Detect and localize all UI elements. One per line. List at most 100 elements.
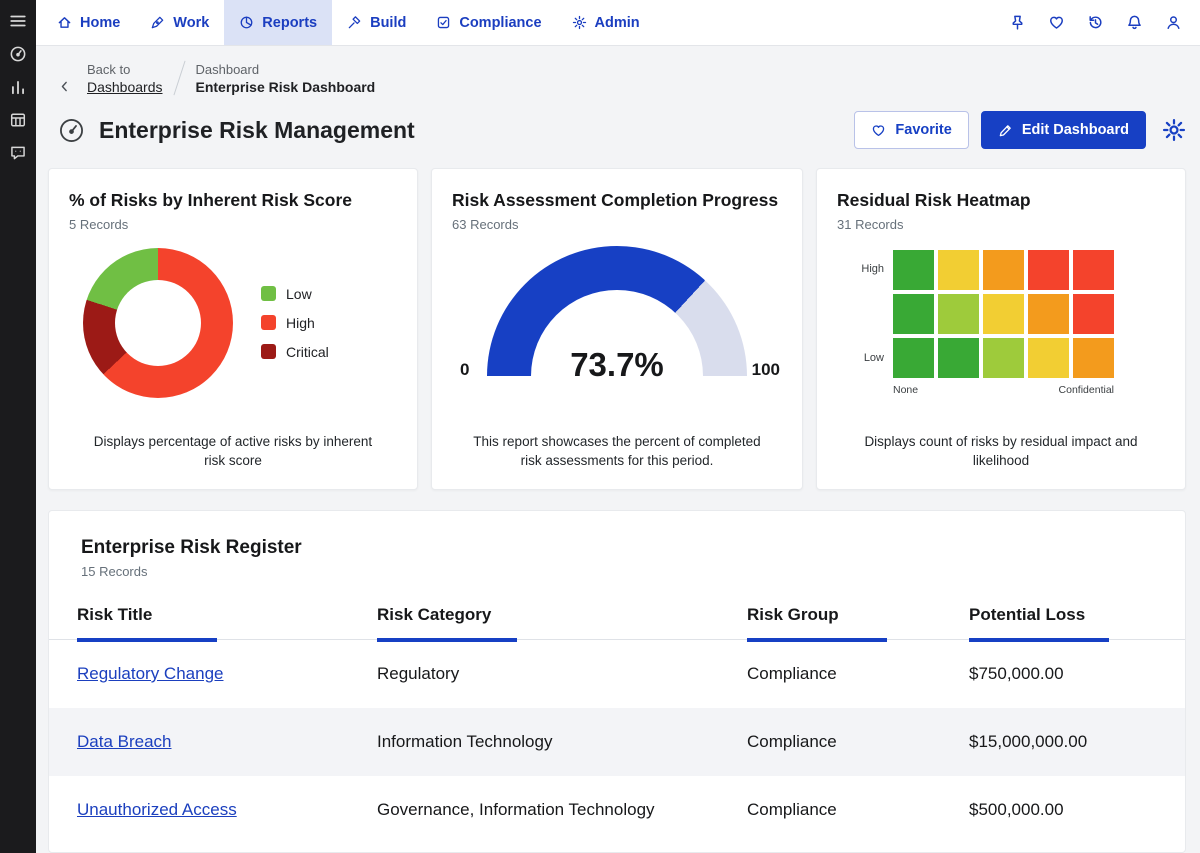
nav-admin-label: Admin bbox=[595, 15, 640, 31]
risk-category-cell: Regulatory bbox=[377, 664, 747, 684]
column-header-risk-category[interactable]: Risk Category bbox=[377, 605, 747, 625]
dashboard-button[interactable] bbox=[9, 45, 27, 63]
heatmap-cell[interactable] bbox=[1028, 250, 1069, 290]
settings-gear-icon bbox=[1162, 118, 1186, 142]
gauge-card-caption: This report showcases the percent of com… bbox=[452, 433, 782, 471]
potential-loss-cell: $500,000.00 bbox=[969, 800, 1157, 820]
bell-icon bbox=[1126, 14, 1143, 31]
nav-home[interactable]: Home bbox=[42, 0, 135, 45]
notifications-button[interactable] bbox=[1126, 14, 1143, 31]
legend-swatch-high bbox=[261, 315, 276, 330]
donut-card-title: % of Risks by Inherent Risk Score bbox=[69, 189, 397, 212]
heatmap-cell[interactable] bbox=[983, 338, 1024, 378]
nav-admin[interactable]: Admin bbox=[557, 0, 655, 45]
table-records: 15 Records bbox=[81, 564, 1157, 579]
hammer-icon bbox=[347, 15, 362, 30]
donut-chart[interactable] bbox=[83, 248, 233, 398]
heatmap-cell[interactable] bbox=[893, 294, 934, 334]
heatmap-cell[interactable] bbox=[1028, 338, 1069, 378]
favorite-label: Favorite bbox=[895, 122, 951, 138]
top-navigation: Home Work Reports Build Compliance Admin bbox=[36, 0, 1200, 46]
gauge-chart[interactable]: 0 100 73.7% bbox=[452, 246, 782, 378]
back-button[interactable] bbox=[58, 80, 71, 93]
risk-group-cell: Compliance bbox=[747, 664, 969, 684]
heatmap-x-right-label: Confidential bbox=[1059, 384, 1114, 396]
heart-icon bbox=[1048, 14, 1065, 31]
legend-item-low: Low bbox=[261, 286, 329, 302]
page-header: Enterprise Risk Management Favorite Edit… bbox=[58, 108, 1186, 152]
section-label: Dashboard bbox=[196, 62, 376, 77]
column-label: Risk Group bbox=[747, 605, 839, 624]
heatmap-card-caption: Displays count of risks by residual impa… bbox=[837, 433, 1165, 471]
breadcrumb-current: Dashboard Enterprise Risk Dashboard bbox=[196, 62, 376, 95]
nav-build-label: Build bbox=[370, 15, 406, 31]
column-header-risk-title[interactable]: Risk Title bbox=[77, 605, 377, 625]
risk-link[interactable]: Regulatory Change bbox=[77, 664, 223, 683]
risk-title-cell: Data Breach bbox=[77, 732, 377, 752]
heatmap-cell[interactable] bbox=[983, 294, 1024, 334]
dashboards-link[interactable]: Dashboards bbox=[87, 79, 163, 95]
heatmap-cell[interactable] bbox=[1073, 338, 1114, 378]
app-root: Home Work Reports Build Compliance Admin bbox=[0, 0, 1200, 853]
heatmap-y-top-label: High bbox=[853, 263, 884, 275]
nav-build[interactable]: Build bbox=[332, 0, 421, 45]
table-row: Regulatory Change Regulatory Compliance … bbox=[49, 640, 1185, 708]
heatmap-cell[interactable] bbox=[938, 338, 979, 378]
edit-dashboard-button[interactable]: Edit Dashboard bbox=[981, 111, 1146, 149]
reports-rail-button[interactable] bbox=[9, 78, 27, 96]
heatmap-cell[interactable] bbox=[1073, 294, 1114, 334]
risk-link[interactable]: Unauthorized Access bbox=[77, 800, 237, 819]
heatmap-cell[interactable] bbox=[1073, 250, 1114, 290]
favorites-button[interactable] bbox=[1048, 14, 1065, 31]
pin-button[interactable] bbox=[1009, 14, 1026, 31]
table-title: Enterprise Risk Register bbox=[81, 537, 1157, 559]
risk-category-cell: Information Technology bbox=[377, 732, 747, 752]
edit-dashboard-label: Edit Dashboard bbox=[1022, 122, 1129, 138]
pen-icon bbox=[150, 15, 165, 30]
history-button[interactable] bbox=[1087, 14, 1104, 31]
column-header-potential-loss[interactable]: Potential Loss bbox=[969, 605, 1157, 625]
legend-swatch-critical bbox=[261, 344, 276, 359]
page-content: Back to Dashboards Dashboard Enterprise … bbox=[36, 46, 1200, 853]
chat-button[interactable] bbox=[9, 144, 27, 162]
nav-work[interactable]: Work bbox=[135, 0, 224, 45]
heatmap-cell[interactable] bbox=[893, 250, 934, 290]
heatmap-card: Residual Risk Heatmap 31 Records High Lo… bbox=[816, 168, 1186, 490]
breadcrumb: Back to Dashboards Dashboard Enterprise … bbox=[58, 58, 1186, 98]
breadcrumb-back: Back to Dashboards bbox=[87, 62, 163, 95]
user-profile-button[interactable] bbox=[1165, 14, 1182, 31]
bar-chart-icon bbox=[9, 78, 27, 96]
heatmap-x-left-label: None bbox=[893, 384, 918, 396]
data-grid-button[interactable] bbox=[9, 111, 27, 129]
heatmap-body: High Low bbox=[853, 250, 1165, 378]
donut-card: % of Risks by Inherent Risk Score 5 Reco… bbox=[48, 168, 418, 490]
legend-label-critical: Critical bbox=[286, 344, 329, 360]
heatmap-cell[interactable] bbox=[893, 338, 934, 378]
table-row: Unauthorized Access Governance, Informat… bbox=[49, 776, 1185, 844]
left-rail bbox=[0, 0, 36, 853]
pie-chart-icon bbox=[239, 15, 254, 30]
dashboard-settings-button[interactable] bbox=[1162, 118, 1186, 142]
header-actions: Favorite Edit Dashboard bbox=[854, 111, 1186, 149]
column-accent-bar bbox=[747, 638, 887, 642]
column-header-risk-group[interactable]: Risk Group bbox=[747, 605, 969, 625]
donut-legend: Low High Critical bbox=[261, 286, 329, 360]
heatmap-cell[interactable] bbox=[938, 250, 979, 290]
check-square-icon bbox=[436, 15, 451, 30]
nav-compliance[interactable]: Compliance bbox=[421, 0, 556, 45]
table-body: Regulatory Change Regulatory Compliance … bbox=[77, 640, 1157, 844]
nav-items: Home Work Reports Build Compliance Admin bbox=[42, 0, 655, 45]
menu-button[interactable] bbox=[9, 12, 27, 30]
heatmap-y-bottom-label: Low bbox=[853, 352, 884, 364]
legend-item-high: High bbox=[261, 315, 329, 331]
heatmap-card-title: Residual Risk Heatmap bbox=[837, 189, 1165, 212]
nav-reports[interactable]: Reports bbox=[224, 0, 332, 45]
risk-title-cell: Unauthorized Access bbox=[77, 800, 377, 820]
risk-link[interactable]: Data Breach bbox=[77, 732, 172, 751]
heatmap-cell[interactable] bbox=[938, 294, 979, 334]
heatmap-cell[interactable] bbox=[1028, 294, 1069, 334]
heatmap-cell[interactable] bbox=[983, 250, 1024, 290]
heatmap-grid bbox=[893, 250, 1114, 378]
favorite-button[interactable]: Favorite bbox=[854, 111, 968, 149]
pencil-icon bbox=[998, 123, 1013, 138]
